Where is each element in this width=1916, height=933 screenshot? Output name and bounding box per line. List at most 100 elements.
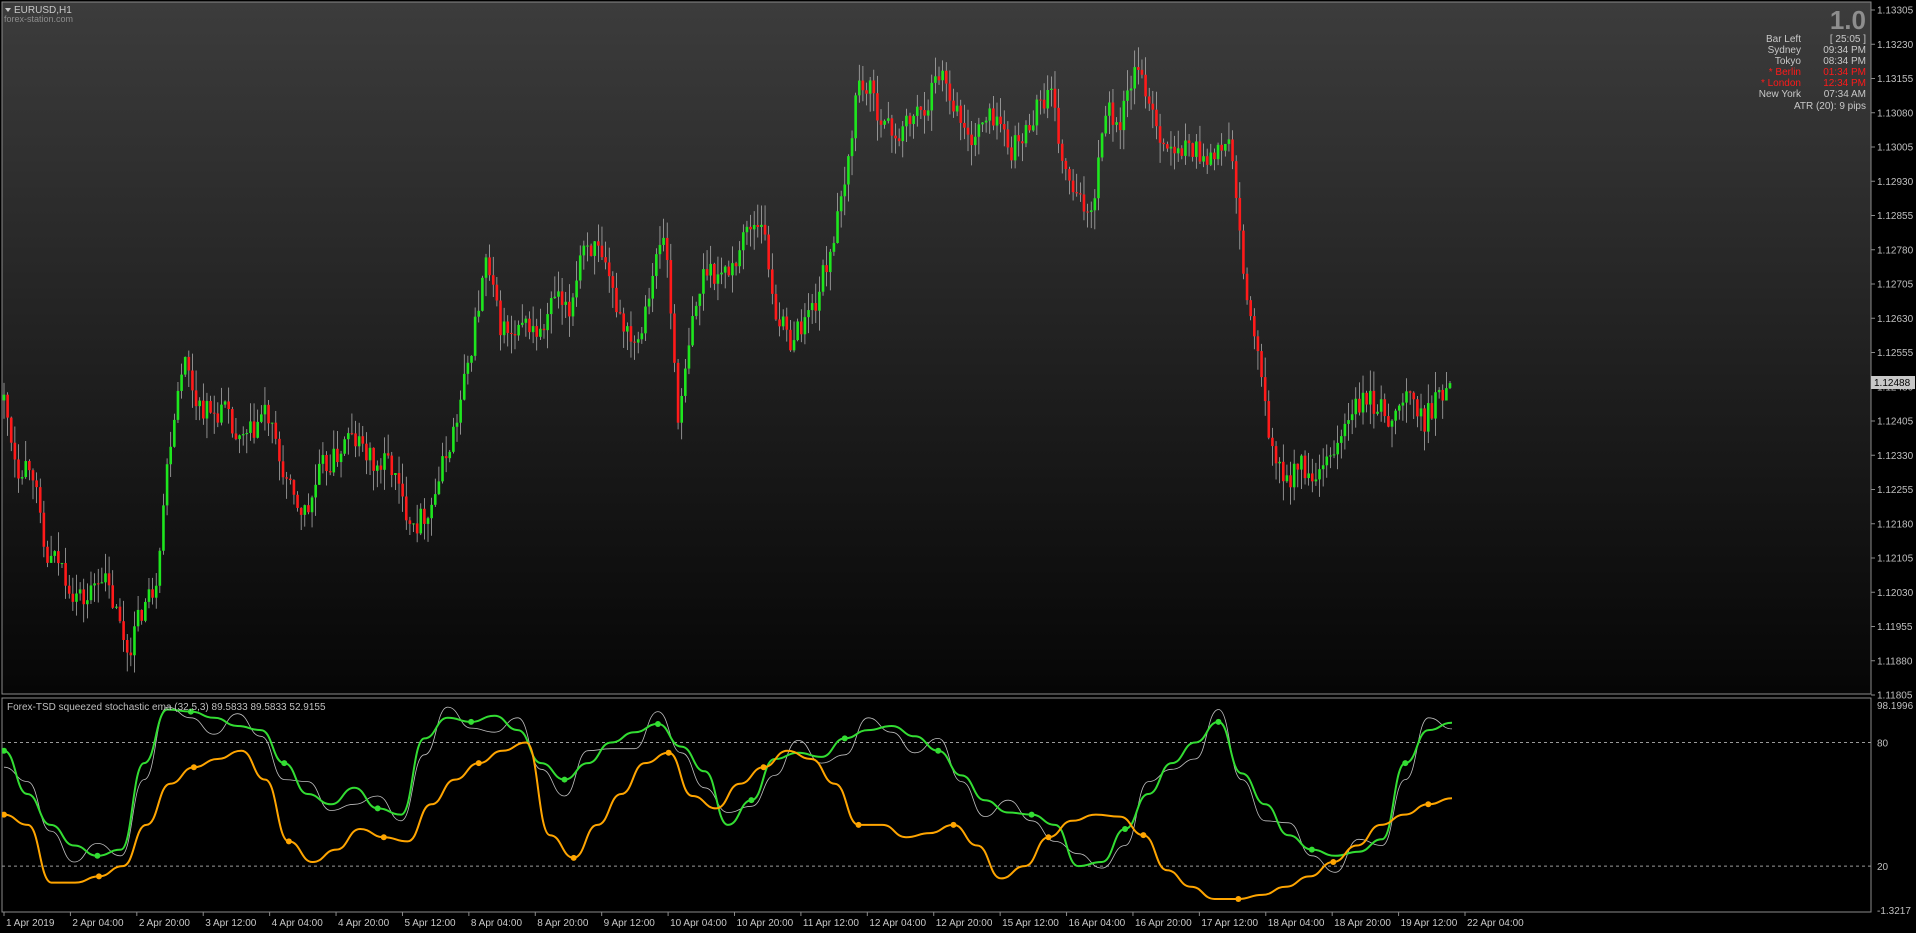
candle-body: [923, 110, 926, 116]
price-panel[interactable]: [1, 1, 1872, 695]
oscillator-point: [1028, 811, 1035, 818]
candle-body: [807, 310, 810, 318]
candle-body: [647, 298, 651, 307]
candle-body: [1325, 456, 1329, 466]
candle-body: [640, 333, 644, 340]
candle-body: [444, 456, 448, 459]
candle-body: [1231, 139, 1234, 162]
time-tick-label: 8 Apr 04:00: [471, 918, 523, 929]
oscillator-point: [374, 805, 381, 812]
candle-body: [386, 453, 390, 456]
time-tick-label: 5 Apr 12:00: [404, 918, 456, 929]
candle-body: [57, 551, 60, 564]
candle-body: [107, 573, 111, 586]
candle-body: [194, 390, 198, 407]
candle-body: [868, 80, 872, 94]
price-tick-label: 1.12030: [1877, 588, 1914, 599]
session-label: Bar Left: [1766, 34, 1801, 45]
candle-body: [86, 600, 89, 605]
candle-body: [339, 453, 343, 463]
price-tick-label: 1.12855: [1877, 211, 1914, 222]
candle-body: [180, 374, 183, 391]
oscillator-point: [1215, 718, 1222, 725]
candle-body: [227, 401, 230, 410]
candle-body: [260, 414, 263, 422]
candle-body: [1151, 103, 1155, 110]
candle-body: [129, 652, 133, 656]
candle-body: [604, 257, 607, 263]
candle-body: [60, 563, 64, 565]
candle-body: [1318, 469, 1321, 480]
candle-body: [633, 341, 636, 343]
candle-body: [600, 245, 604, 258]
candle-body: [655, 254, 658, 276]
candle-body: [100, 582, 104, 584]
candle-body: [531, 326, 535, 333]
candle-body: [343, 439, 346, 454]
oscillator-point: [94, 852, 101, 859]
candle-body: [383, 453, 386, 470]
candle-body: [1122, 100, 1126, 131]
candle-body: [270, 422, 274, 424]
candle-body: [1053, 88, 1057, 108]
candle-body: [1028, 125, 1031, 131]
candle-body: [1093, 198, 1097, 211]
candle-body: [1289, 475, 1292, 488]
candle-body: [1213, 152, 1216, 160]
candle-body: [1394, 410, 1397, 421]
price-tick-label: 1.11880: [1877, 656, 1913, 667]
candle-body: [1274, 446, 1278, 464]
candle-body: [252, 421, 256, 438]
candle-body: [452, 426, 455, 452]
candle-body: [1285, 475, 1289, 482]
candle-body: [723, 266, 727, 273]
candle-body: [944, 70, 948, 84]
candle-body: [82, 589, 86, 605]
candle-body: [209, 400, 212, 413]
candle-body: [952, 100, 955, 112]
candle-body: [857, 80, 861, 96]
candle-body: [731, 263, 734, 276]
candle-body: [539, 328, 542, 337]
candle-body: [419, 508, 423, 534]
indicator-panel[interactable]: Forex-TSD squeezed stochastic ema (32,5,…: [1, 697, 1872, 913]
oscillator-point: [654, 720, 661, 727]
price-tick-label: 1.12180: [1877, 519, 1914, 530]
candle-body: [1209, 152, 1213, 165]
price-tick-label: 1.11955: [1877, 622, 1913, 633]
candle-body: [981, 122, 984, 125]
candle-body: [716, 274, 720, 284]
candle-body: [988, 108, 992, 121]
candle-body: [122, 621, 125, 640]
candle-body: [636, 339, 640, 343]
candle-body: [71, 593, 75, 602]
candle-body: [158, 550, 162, 586]
time-tick-label: 10 Apr 20:00: [737, 918, 794, 929]
candle-body: [767, 234, 770, 270]
candle-body: [495, 284, 499, 301]
candle-body: [1021, 141, 1024, 144]
candle-body: [361, 436, 365, 444]
candle-body: [694, 305, 698, 317]
time-tick-label: 8 Apr 20:00: [537, 918, 589, 929]
candle-body: [742, 232, 745, 251]
candle-body: [78, 589, 82, 594]
candle-body: [1245, 273, 1249, 301]
candle-body: [321, 455, 325, 464]
candle-body: [1354, 398, 1358, 415]
candle-body: [1426, 403, 1430, 432]
candle-body: [1079, 193, 1082, 195]
candle-body: [1234, 161, 1238, 198]
candle-body: [977, 124, 981, 137]
candle-body: [1441, 389, 1445, 401]
candle-body: [814, 303, 818, 311]
candle-body: [368, 447, 372, 461]
candle-body: [136, 609, 140, 627]
candle-body: [1202, 156, 1205, 162]
symbol-header: EURUSD,H1 forex-station.com: [4, 5, 73, 24]
candle-body: [6, 394, 9, 418]
oscillator-point: [1045, 834, 1052, 841]
time-tick-label: 16 Apr 20:00: [1135, 918, 1192, 929]
candle-body: [1104, 115, 1108, 134]
price-tick-label: 1.11805: [1877, 691, 1913, 702]
